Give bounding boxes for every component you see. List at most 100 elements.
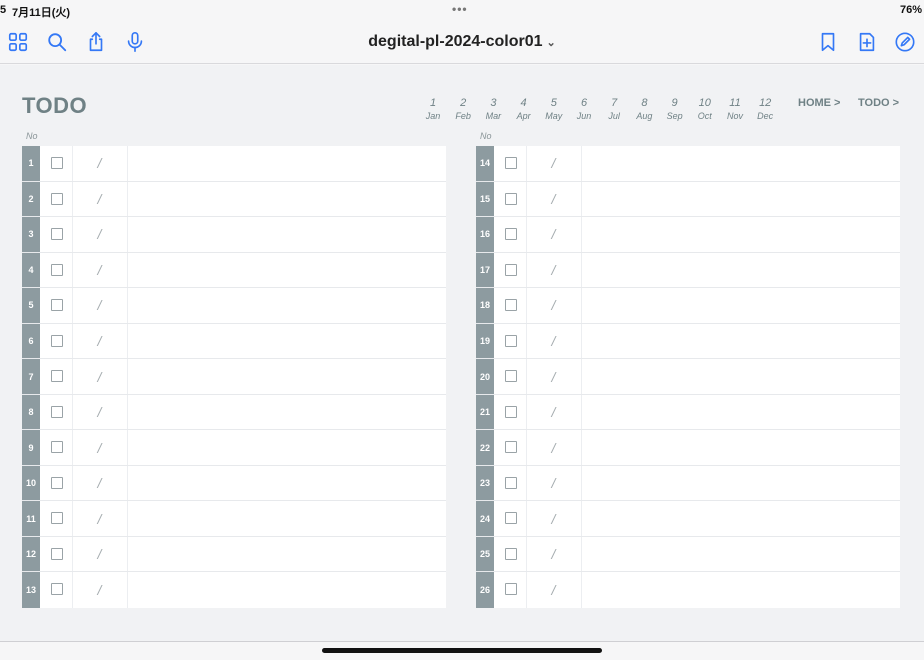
month-link[interactable]: 5 May bbox=[539, 97, 569, 122]
month-link[interactable]: 1 Jan bbox=[418, 97, 448, 122]
task-field[interactable] bbox=[128, 146, 446, 181]
month-link[interactable]: 10 Oct bbox=[690, 97, 720, 122]
date-field[interactable]: / bbox=[72, 146, 127, 181]
todo-checkbox[interactable] bbox=[505, 263, 517, 276]
bookmark-icon[interactable] bbox=[816, 30, 840, 54]
date-field[interactable]: / bbox=[526, 395, 581, 430]
todo-checkbox[interactable] bbox=[51, 228, 63, 241]
todo-checkbox[interactable] bbox=[51, 441, 63, 454]
task-field[interactable] bbox=[128, 217, 446, 252]
month-link[interactable]: 3 Mar bbox=[478, 97, 508, 122]
task-field[interactable] bbox=[128, 466, 446, 501]
task-field[interactable] bbox=[582, 146, 900, 181]
todo-link[interactable]: TODO > bbox=[858, 97, 899, 109]
multitasking-dots[interactable]: ••• bbox=[452, 2, 468, 16]
date-field[interactable]: / bbox=[72, 537, 127, 572]
task-field[interactable] bbox=[128, 359, 446, 394]
month-link[interactable]: 11 Nov bbox=[720, 97, 750, 122]
date-field[interactable]: / bbox=[526, 182, 581, 217]
date-field[interactable]: / bbox=[72, 501, 127, 536]
date-field[interactable]: / bbox=[526, 537, 581, 572]
month-link[interactable]: 9 Sep bbox=[660, 97, 690, 122]
todo-checkbox[interactable] bbox=[51, 476, 63, 489]
todo-checkbox[interactable] bbox=[505, 334, 517, 347]
date-field[interactable]: / bbox=[72, 572, 127, 608]
todo-checkbox[interactable] bbox=[505, 157, 517, 169]
row-number: 4 bbox=[22, 252, 40, 288]
date-field[interactable]: / bbox=[526, 288, 581, 323]
date-field[interactable]: / bbox=[526, 466, 581, 501]
task-field[interactable] bbox=[128, 182, 446, 217]
task-field[interactable] bbox=[128, 537, 446, 572]
task-field[interactable] bbox=[128, 288, 446, 323]
month-link[interactable]: 4 Apr bbox=[509, 97, 539, 122]
date-field[interactable]: / bbox=[526, 324, 581, 359]
task-field[interactable] bbox=[582, 466, 900, 501]
month-link[interactable]: 12 Dec bbox=[750, 97, 780, 122]
task-field[interactable] bbox=[582, 537, 900, 572]
todo-checkbox[interactable] bbox=[51, 547, 63, 560]
date-field[interactable]: / bbox=[526, 146, 581, 181]
month-link[interactable]: 2 Feb bbox=[448, 97, 478, 122]
date-field[interactable]: / bbox=[72, 430, 127, 465]
date-field[interactable]: / bbox=[72, 182, 127, 217]
month-link[interactable]: 6 Jun bbox=[569, 97, 599, 122]
date-field[interactable]: / bbox=[526, 430, 581, 465]
pencil-circle-icon[interactable] bbox=[893, 30, 917, 54]
date-field[interactable]: / bbox=[526, 572, 581, 608]
date-field[interactable]: / bbox=[526, 501, 581, 536]
task-field[interactable] bbox=[582, 217, 900, 252]
date-field[interactable]: / bbox=[72, 324, 127, 359]
task-field[interactable] bbox=[128, 572, 446, 608]
todo-checkbox[interactable] bbox=[51, 583, 63, 596]
todo-checkbox[interactable] bbox=[51, 334, 63, 347]
date-field[interactable]: / bbox=[72, 288, 127, 323]
todo-checkbox[interactable] bbox=[505, 476, 517, 489]
todo-checkbox[interactable] bbox=[505, 370, 517, 383]
todo-checkbox[interactable] bbox=[505, 512, 517, 525]
todo-checkbox[interactable] bbox=[505, 405, 517, 418]
task-field[interactable] bbox=[582, 182, 900, 217]
home-indicator[interactable] bbox=[322, 648, 602, 653]
todo-checkbox[interactable] bbox=[505, 299, 517, 312]
todo-checkbox[interactable] bbox=[505, 228, 517, 241]
task-field[interactable] bbox=[582, 288, 900, 323]
todo-checkbox[interactable] bbox=[505, 441, 517, 454]
todo-checkbox[interactable] bbox=[505, 583, 517, 596]
todo-checkbox[interactable] bbox=[505, 547, 517, 560]
date-field[interactable]: / bbox=[72, 466, 127, 501]
task-field[interactable] bbox=[582, 501, 900, 536]
row-number: 8 bbox=[22, 394, 40, 430]
todo-checkbox[interactable] bbox=[51, 263, 63, 276]
task-field[interactable] bbox=[582, 430, 900, 465]
month-link[interactable]: 8 Aug bbox=[629, 97, 659, 122]
todo-checkbox[interactable] bbox=[51, 405, 63, 418]
task-field[interactable] bbox=[128, 395, 446, 430]
task-field[interactable] bbox=[128, 324, 446, 359]
task-field[interactable] bbox=[582, 253, 900, 288]
task-field[interactable] bbox=[128, 501, 446, 536]
date-field[interactable]: / bbox=[526, 359, 581, 394]
home-link[interactable]: HOME > bbox=[798, 97, 840, 109]
task-field[interactable] bbox=[582, 324, 900, 359]
todo-checkbox[interactable] bbox=[51, 157, 63, 169]
task-field[interactable] bbox=[582, 395, 900, 430]
date-field[interactable]: / bbox=[72, 253, 127, 288]
todo-checkbox[interactable] bbox=[505, 192, 517, 205]
date-field[interactable]: / bbox=[72, 359, 127, 394]
todo-checkbox[interactable] bbox=[51, 370, 63, 383]
task-field[interactable] bbox=[128, 253, 446, 288]
add-page-icon[interactable] bbox=[855, 30, 879, 54]
todo-checkbox[interactable] bbox=[51, 192, 63, 205]
document-title[interactable]: degital-pl-2024-color01 ⌄ bbox=[0, 33, 924, 51]
todo-checkbox[interactable] bbox=[51, 299, 63, 312]
month-link[interactable]: 7 Jul bbox=[599, 97, 629, 122]
date-field[interactable]: / bbox=[72, 395, 127, 430]
todo-checkbox[interactable] bbox=[51, 512, 63, 525]
date-field[interactable]: / bbox=[526, 253, 581, 288]
date-field[interactable]: / bbox=[72, 217, 127, 252]
date-field[interactable]: / bbox=[526, 217, 581, 252]
task-field[interactable] bbox=[582, 572, 900, 608]
task-field[interactable] bbox=[582, 359, 900, 394]
task-field[interactable] bbox=[128, 430, 446, 465]
